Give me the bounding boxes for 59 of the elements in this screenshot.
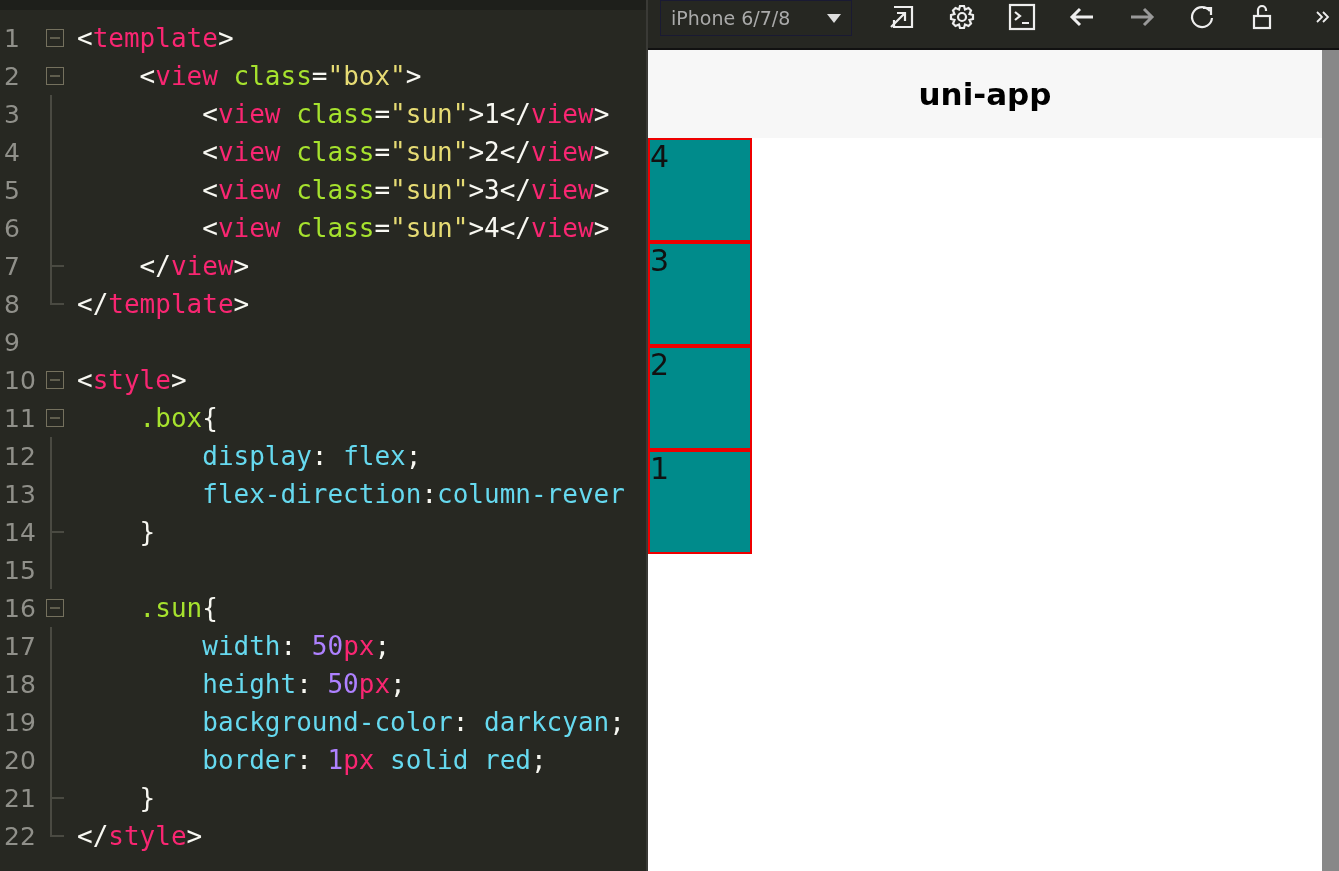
line-number: 16 bbox=[3, 593, 37, 623]
flex-item: 3 bbox=[648, 242, 752, 346]
code-line: </view> bbox=[138, 251, 250, 281]
line-number: 13 bbox=[3, 479, 37, 509]
scrollbar[interactable] bbox=[1322, 50, 1339, 871]
line-number: 5 bbox=[3, 175, 21, 205]
caret-icon bbox=[827, 13, 841, 23]
line-number: 9 bbox=[3, 327, 21, 357]
code-line: flex-direction:column-rever bbox=[201, 479, 625, 509]
fold-toggle[interactable] bbox=[46, 29, 64, 47]
flex-item: 1 bbox=[648, 450, 752, 554]
line-number: 14 bbox=[3, 517, 37, 547]
line-number: 19 bbox=[3, 707, 37, 737]
line-number: 11 bbox=[3, 403, 37, 433]
code-line: </style> bbox=[77, 821, 203, 851]
device-dropdown[interactable]: iPhone 6/7/8 bbox=[660, 0, 852, 36]
code-line: display: flex; bbox=[201, 441, 422, 471]
fold-toggle[interactable] bbox=[46, 67, 64, 85]
code-line: <style> bbox=[77, 365, 187, 395]
code-line: } bbox=[138, 783, 156, 813]
code-line: <view class="sun">3</view> bbox=[201, 175, 610, 205]
popout-icon[interactable] bbox=[888, 3, 916, 31]
line-number: 3 bbox=[3, 99, 21, 129]
fold-toggle[interactable] bbox=[46, 599, 64, 617]
line-number: 20 bbox=[3, 745, 37, 775]
line-number: 2 bbox=[3, 61, 21, 91]
line-number: 10 bbox=[3, 365, 37, 395]
code-line: <view class="box"> bbox=[138, 61, 422, 91]
page-title: uni-app bbox=[918, 76, 1052, 112]
terminal-icon[interactable] bbox=[1008, 3, 1036, 31]
code-line: border: 1px solid red; bbox=[201, 745, 547, 775]
fold-toggle[interactable] bbox=[46, 409, 64, 427]
line-number: 15 bbox=[3, 555, 37, 585]
line-number: 7 bbox=[3, 251, 21, 281]
code-line: } bbox=[138, 517, 156, 547]
code-line: .box{ bbox=[138, 403, 218, 433]
code-line: .sun{ bbox=[138, 593, 218, 623]
reload-icon[interactable] bbox=[1188, 3, 1216, 31]
line-number: 4 bbox=[3, 137, 21, 167]
code-line: <template> bbox=[77, 23, 234, 53]
line-number: 12 bbox=[3, 441, 37, 471]
code-line: height: 50px; bbox=[201, 669, 406, 699]
line-number: 1 bbox=[3, 23, 21, 53]
code-line: <view class="sun">2</view> bbox=[201, 137, 610, 167]
code-line: width: 50px; bbox=[201, 631, 391, 661]
line-number: 21 bbox=[3, 783, 37, 813]
code-line: </template> bbox=[77, 289, 250, 319]
flex-item: 2 bbox=[648, 346, 752, 450]
code-line: <view class="sun">1</view> bbox=[201, 99, 610, 129]
fold-toggle[interactable] bbox=[46, 371, 64, 389]
code-line: background-color: darkcyan; bbox=[201, 707, 625, 737]
line-number: 17 bbox=[3, 631, 37, 661]
line-number: 6 bbox=[3, 213, 21, 243]
line-number: 8 bbox=[3, 289, 21, 319]
flex-item: 4 bbox=[648, 138, 752, 242]
line-number: 18 bbox=[3, 669, 37, 699]
settings-icon[interactable] bbox=[948, 3, 976, 31]
line-number: 22 bbox=[3, 821, 37, 851]
code-line: <view class="sun">4</view> bbox=[201, 213, 610, 243]
